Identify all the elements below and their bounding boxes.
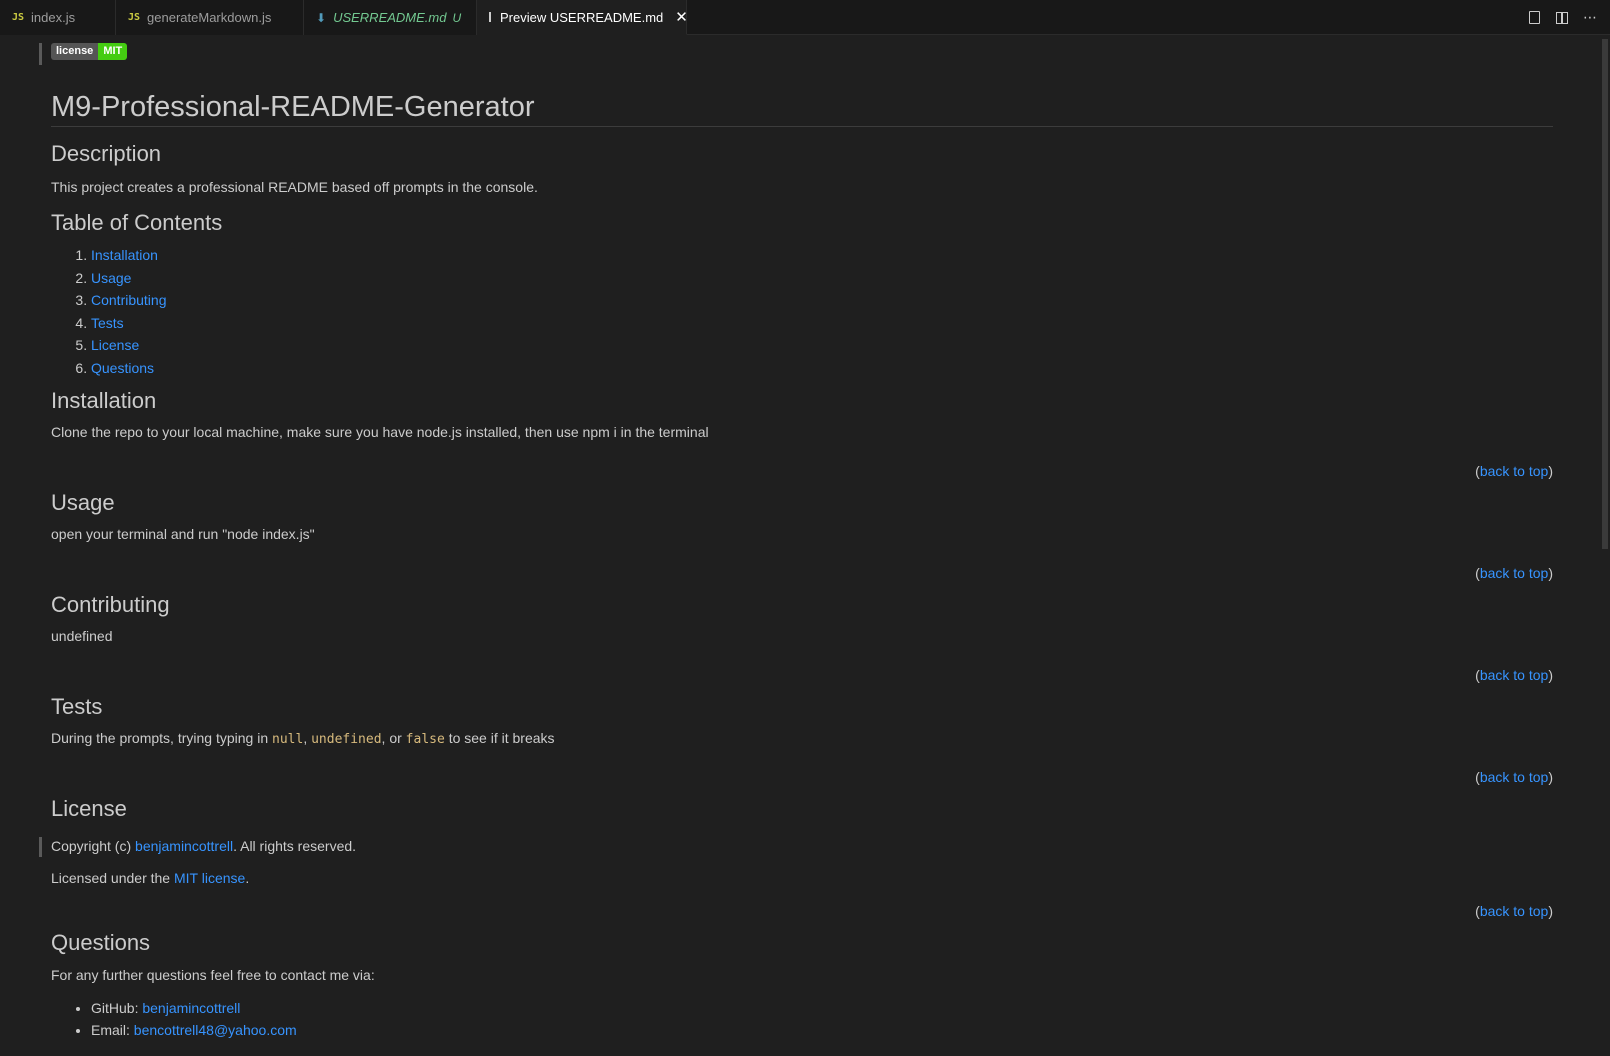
paren: ) [1548,565,1553,581]
paren: ) [1548,463,1553,479]
scrollbar-thumb[interactable] [1602,39,1608,549]
editor-actions: ⋯ [1526,0,1598,35]
page-title: M9-Professional-README-Generator [51,84,1553,127]
tab-label: generateMarkdown.js [147,10,272,25]
heading-description: Description [51,141,162,166]
text-span: . All rights reserved. [233,838,357,854]
author-link[interactable]: benjamincottrell [135,838,233,854]
contributing-text: undefined [51,628,113,644]
inline-code: false [405,732,445,747]
toc-link-usage[interactable]: Usage [91,270,131,286]
toc-item: Installation [91,244,167,267]
editor-tab-bar: JS index.js JS generateMarkdown.js ⬇ USE… [0,0,1610,35]
tab-label: index.js [31,10,76,25]
license-badge: license MIT [51,43,128,60]
text-span: , or [381,730,406,746]
back-to-top-link[interactable]: back to top [1480,903,1549,919]
back-to-top: (back to top) [1475,463,1553,479]
untracked-status-badge: U [452,10,462,25]
table-of-contents: Installation Usage Contributing Tests Li… [51,244,167,379]
email-link[interactable]: bencottrell48@yahoo.com [134,1022,297,1038]
javascript-file-icon: JS [12,12,25,23]
tab-label: USERREADME.md [333,10,447,25]
toc-item: Contributing [91,289,167,312]
tab-generatemarkdown-js[interactable]: JS generateMarkdown.js [116,0,304,35]
heading-contributing: Contributing [51,592,170,617]
markdown-file-icon: ⬇ [316,10,327,25]
text-span: Licensed under the [51,870,174,886]
heading-usage: Usage [51,490,115,515]
questions-text: For any further questions feel free to c… [51,967,375,983]
back-to-top: (back to top) [1475,667,1553,683]
inline-code: null [272,732,304,747]
heading-license: License [51,796,127,821]
tab-index-js[interactable]: JS index.js [0,0,116,35]
back-to-top-link[interactable]: back to top [1480,769,1549,785]
badge-label: license [51,43,99,60]
installation-text: Clone the repo to your local machine, ma… [51,424,709,440]
badge-value: MIT [98,43,128,60]
usage-text: open your terminal and run "node index.j… [51,526,315,542]
preview-icon [489,12,491,22]
text-span: , [303,730,312,746]
toc-item: Questions [91,357,167,380]
toc-link-tests[interactable]: Tests [91,315,124,331]
text-span: to see if it breaks [444,730,555,746]
tab-userreadme-md[interactable]: ⬇ USERREADME.md U [304,0,477,35]
inline-code: undefined [311,732,382,747]
heading-installation: Installation [51,388,157,413]
back-to-top: (back to top) [1475,769,1553,785]
github-link[interactable]: benjamincottrell [142,1000,240,1016]
contact-list: GitHub: benjamincottrell Email: bencottr… [51,997,297,1041]
toc-link-contributing[interactable]: Contributing [91,292,167,308]
tab-label: Preview USERREADME.md [500,9,664,25]
toc-link-license[interactable]: License [91,337,139,353]
vertical-scrollbar[interactable] [1596,35,1610,1056]
text-span: During the prompts, trying typing in [51,730,272,746]
paren: ) [1548,769,1553,785]
contact-label: GitHub: [91,1000,143,1016]
toc-item: Usage [91,267,167,290]
paren: ) [1548,903,1553,919]
heading-table-of-contents: Table of Contents [51,210,223,235]
back-to-top-link[interactable]: back to top [1480,463,1549,479]
back-to-top: (back to top) [1475,903,1553,919]
tests-text: During the prompts, trying typing in nul… [51,730,555,747]
paren: ) [1548,667,1553,683]
split-editor-icon[interactable] [1554,10,1570,26]
toc-item: Tests [91,312,167,335]
tab-preview-userreadme-md[interactable]: Preview USERREADME.md ✕ [477,0,688,35]
licensed-text: Licensed under the MIT license. [51,870,249,886]
text-span: . [245,870,250,886]
text-span: Copyright (c) [51,838,136,854]
open-source-icon[interactable] [1526,10,1542,26]
more-actions-icon[interactable]: ⋯ [1582,9,1598,26]
copyright-text: Copyright (c) benjamincottrell. All righ… [51,838,356,854]
blockquote-bar [39,837,42,857]
description-text: This project creates a professional READ… [51,179,538,195]
mit-license-link[interactable]: MIT license [174,870,245,886]
back-to-top-link[interactable]: back to top [1480,667,1549,683]
blockquote-bar [39,43,42,65]
back-to-top: (back to top) [1475,565,1553,581]
close-icon[interactable]: ✕ [675,8,688,26]
heading-tests: Tests [51,694,103,719]
heading-questions: Questions [51,930,151,955]
toc-link-installation[interactable]: Installation [91,247,158,263]
back-to-top-link[interactable]: back to top [1480,565,1549,581]
list-item: Email: bencottrell48@yahoo.com [91,1019,297,1041]
list-item: GitHub: benjamincottrell [91,997,297,1019]
contact-label: Email: [91,1022,134,1038]
javascript-file-icon: JS [128,12,141,23]
toc-link-questions[interactable]: Questions [91,360,154,376]
toc-item: License [91,334,167,357]
